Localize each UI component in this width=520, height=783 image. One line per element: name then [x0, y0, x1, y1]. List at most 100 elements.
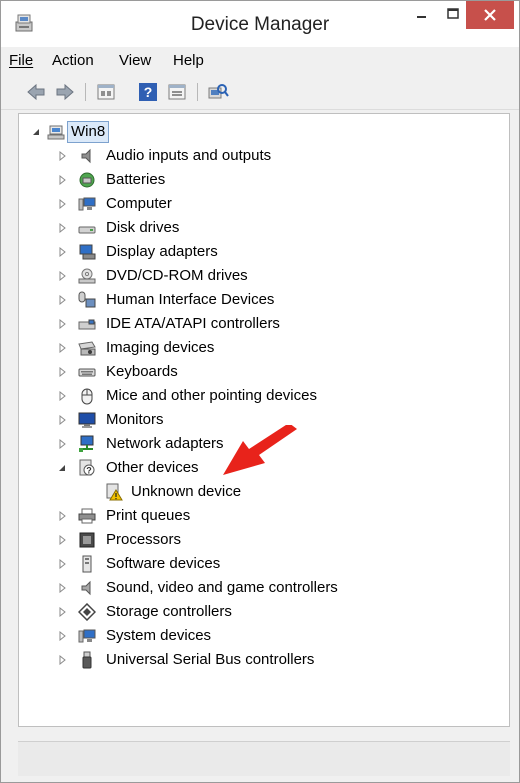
disk-drive-icon	[78, 226, 96, 234]
processor-icon	[79, 532, 95, 548]
expand-icon[interactable]	[57, 343, 67, 353]
tree-item-display-adapters[interactable]: Display adapters	[19, 240, 507, 264]
collapse-icon[interactable]	[31, 127, 41, 137]
display-adapter-icon	[79, 244, 96, 260]
title-bar[interactable]: Device Manager	[1, 1, 519, 47]
tree-item-processors[interactable]: Processors	[19, 528, 507, 552]
tree-root-win8[interactable]: Win8	[19, 120, 507, 144]
expand-icon[interactable]	[57, 223, 67, 233]
expand-icon[interactable]	[57, 439, 67, 449]
status-bar	[18, 741, 510, 776]
expand-icon[interactable]	[57, 559, 67, 569]
tree-item-batteries[interactable]: Batteries	[19, 168, 507, 192]
minimize-button[interactable]	[404, 1, 438, 29]
expand-icon[interactable]	[57, 247, 67, 257]
expand-icon[interactable]	[57, 607, 67, 617]
printer-icon	[78, 508, 96, 524]
expand-icon[interactable]	[57, 391, 67, 401]
hid-icon	[78, 291, 96, 308]
tree-item-label: Computer	[106, 195, 172, 212]
expand-icon[interactable]	[57, 535, 67, 545]
tree-item-imaging-devices[interactable]: Imaging devices	[19, 336, 507, 360]
menu-view[interactable]: View	[119, 52, 151, 69]
tree-item-sound-controllers[interactable]: Sound, video and game controllers	[19, 576, 507, 600]
tree-item-audio[interactable]: Audio inputs and outputs	[19, 144, 507, 168]
tree-item-label: IDE ATA/ATAPI controllers	[106, 315, 280, 332]
svg-text:?: ?	[86, 466, 92, 476]
scan-hardware-icon[interactable]	[207, 82, 229, 102]
menu-help[interactable]: Help	[173, 52, 204, 69]
unknown-device-warning-icon	[106, 483, 123, 501]
expand-icon[interactable]	[57, 655, 67, 665]
ide-controller-icon	[78, 319, 96, 330]
properties-icon[interactable]	[95, 82, 117, 102]
tree-item-keyboards[interactable]: Keyboards	[19, 360, 507, 384]
help-icon[interactable]: ?	[137, 82, 159, 102]
tree-item-label: Universal Serial Bus controllers	[106, 651, 315, 668]
tree-item-label: Monitors	[106, 411, 164, 428]
close-icon	[484, 9, 496, 21]
device-view-icon[interactable]	[166, 82, 188, 102]
tree-item-label: Software devices	[106, 555, 221, 572]
expand-icon[interactable]	[57, 367, 67, 377]
tree-item-label: Keyboards	[106, 363, 178, 380]
storage-controller-icon	[78, 603, 96, 621]
expand-icon[interactable]	[57, 415, 67, 425]
menu-bar: File Action View Help	[1, 49, 519, 73]
forward-arrow-icon[interactable]	[54, 82, 76, 102]
red-arrow-icon	[223, 425, 297, 475]
computer-icon	[47, 125, 65, 140]
expand-icon[interactable]	[57, 319, 67, 329]
tree-item-dvd-drives[interactable]: DVD/CD-ROM drives	[19, 264, 507, 288]
tree-item-unknown-device[interactable]: Unknown device	[19, 480, 507, 504]
expand-icon[interactable]	[57, 151, 67, 161]
collapse-icon[interactable]	[57, 463, 67, 473]
battery-icon	[79, 172, 95, 188]
svg-text:?: ?	[144, 84, 153, 100]
expand-icon[interactable]	[57, 631, 67, 641]
close-button[interactable]	[466, 1, 514, 29]
tree-item-label: Print queues	[106, 507, 191, 524]
tree-item-hid[interactable]: Human Interface Devices	[19, 288, 507, 312]
toolbar-separator	[85, 83, 86, 101]
maximize-icon	[447, 8, 459, 19]
camera-icon	[78, 341, 96, 356]
device-tree[interactable]: Win8 Audio inputs and outputs Batteries	[18, 113, 510, 727]
tree-item-storage-controllers[interactable]: Storage controllers	[19, 600, 507, 624]
tree-item-mice[interactable]: Mice and other pointing devices	[19, 384, 507, 408]
tree-item-software-devices[interactable]: Software devices	[19, 552, 507, 576]
expand-icon[interactable]	[57, 199, 67, 209]
tree-root-label: Win8	[67, 121, 110, 143]
expand-icon[interactable]	[57, 295, 67, 305]
tree-item-usb-controllers[interactable]: Universal Serial Bus controllers	[19, 648, 507, 672]
menu-action[interactable]: Action	[52, 52, 94, 69]
tree-item-label: DVD/CD-ROM drives	[106, 267, 248, 284]
expand-icon[interactable]	[57, 175, 67, 185]
minimize-icon	[417, 16, 426, 18]
network-adapter-icon	[79, 435, 94, 452]
tree-item-computer[interactable]: Computer	[19, 192, 507, 216]
tree-item-label: System devices	[106, 627, 212, 644]
tree-item-disk-drives[interactable]: Disk drives	[19, 216, 507, 240]
computer-icon	[78, 197, 96, 211]
tree-item-label: Imaging devices	[106, 339, 215, 356]
tree-item-label: Audio inputs and outputs	[106, 147, 272, 164]
speaker-icon	[81, 148, 91, 164]
system-devices-icon	[78, 629, 96, 643]
tree-item-label: Display adapters	[106, 243, 218, 260]
menu-file[interactable]: File	[9, 52, 33, 69]
software-device-icon	[82, 555, 92, 573]
monitor-icon	[78, 412, 96, 428]
back-arrow-icon[interactable]	[25, 82, 47, 102]
expand-icon[interactable]	[57, 271, 67, 281]
maximize-button[interactable]	[438, 1, 468, 29]
expand-icon[interactable]	[57, 583, 67, 593]
toolbar: ?	[1, 75, 519, 110]
tree-item-print-queues[interactable]: Print queues	[19, 504, 507, 528]
expand-icon[interactable]	[57, 511, 67, 521]
tree-item-label: Disk drives	[106, 219, 180, 236]
tree-item-label: Unknown device	[131, 483, 242, 500]
tree-item-system-devices[interactable]: System devices	[19, 624, 507, 648]
tree-item-ide-controllers[interactable]: IDE ATA/ATAPI controllers	[19, 312, 507, 336]
usb-icon	[82, 651, 92, 669]
